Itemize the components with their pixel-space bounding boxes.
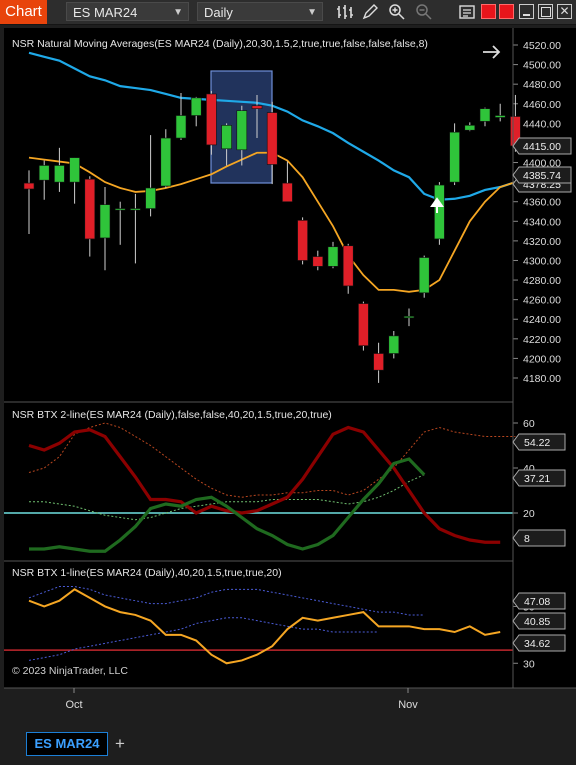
y-tick-label: 60 <box>523 418 535 430</box>
y-tick-label: 4460.00 <box>523 99 561 111</box>
candle-body[interactable] <box>282 182 293 203</box>
x-tick-label: Oct <box>65 699 82 711</box>
tab-es-mar24[interactable]: ES MAR24 <box>26 732 108 756</box>
candle-body[interactable] <box>418 257 430 294</box>
candle-body[interactable] <box>479 108 491 122</box>
svg-text:8: 8 <box>524 533 530 545</box>
btx1-badge-a: 47.08 <box>512 592 566 610</box>
btx1-upper-band <box>28 586 425 616</box>
candle-body[interactable] <box>434 184 445 240</box>
y-tick-label: 4480.00 <box>523 79 561 91</box>
y-tick-label: 4260.00 <box>523 295 561 307</box>
price-panel-title: NSR Natural Moving Averages(ES MAR24 (Da… <box>12 38 428 50</box>
candle-body[interactable] <box>190 97 202 116</box>
y-tick-label: 4240.00 <box>523 314 561 326</box>
candle-body[interactable] <box>358 303 369 346</box>
candle-body[interactable] <box>114 208 126 211</box>
x-tick-label: Nov <box>398 699 418 711</box>
y-tick-label: 4200.00 <box>523 353 561 365</box>
y-tick-label: 4500.00 <box>523 60 561 72</box>
btx2-panel-title: NSR BTX 2-line(ES MAR24 (Daily),false,fa… <box>12 409 332 421</box>
candle-body[interactable] <box>403 315 415 319</box>
candle-body[interactable] <box>206 93 217 146</box>
y-tick-label: 4320.00 <box>523 236 561 248</box>
btx1-lower-band <box>28 617 379 661</box>
btx2-badge-c: 8 <box>512 529 566 547</box>
btx2-badge-b: 37.21 <box>512 469 566 487</box>
svg-text:47.08: 47.08 <box>524 596 550 608</box>
y-tick-label: 4340.00 <box>523 216 561 228</box>
candle-body[interactable] <box>38 165 50 181</box>
btx2-axis-ticks: 604020 <box>513 418 535 520</box>
candle-body[interactable] <box>266 112 278 165</box>
candle-body[interactable] <box>236 110 248 151</box>
candle-body[interactable] <box>160 137 172 187</box>
candle-body[interactable] <box>297 220 308 261</box>
y-tick-label: 30 <box>523 658 535 670</box>
arrow-right-icon[interactable] <box>483 45 501 59</box>
price-badge-last: 4415.00 <box>512 137 572 155</box>
btx2-green-line <box>29 457 426 553</box>
add-tab-icon[interactable]: + <box>112 734 128 754</box>
candle-body[interactable] <box>464 125 476 131</box>
btx2-red-line <box>28 425 501 544</box>
y-tick-label: 4280.00 <box>523 275 561 287</box>
candle-body[interactable] <box>69 157 80 183</box>
y-tick-label: 4440.00 <box>523 118 561 130</box>
y-tick-label: 4220.00 <box>523 334 561 346</box>
svg-text:54.22: 54.22 <box>524 437 550 449</box>
candle-body[interactable] <box>84 178 96 240</box>
candle-body[interactable] <box>251 105 263 109</box>
svg-text:4385.74: 4385.74 <box>523 170 561 182</box>
candle-body[interactable] <box>388 335 400 354</box>
candle-body[interactable] <box>373 353 384 371</box>
btx1-badge-b: 40.85 <box>512 612 566 630</box>
y-tick-label: 4180.00 <box>523 373 561 385</box>
y-tick-label: 4360.00 <box>523 197 561 209</box>
copyright-text: © 2023 NinjaTrader, LLC <box>12 665 128 677</box>
btx1-line <box>28 588 501 665</box>
candle-body[interactable] <box>130 208 141 211</box>
y-tick-label: 20 <box>523 508 535 520</box>
candle-body[interactable] <box>221 125 232 150</box>
btx1-badge-c: 34.62 <box>512 634 566 652</box>
candle-body[interactable] <box>494 115 506 118</box>
btx1-panel-title: NSR BTX 1-line(ES MAR24 (Daily),40,20,1.… <box>12 567 282 579</box>
candle-body[interactable] <box>54 165 65 183</box>
y-tick-label: 4520.00 <box>523 40 561 52</box>
svg-text:37.21: 37.21 <box>524 473 550 485</box>
time-axis[interactable]: Oct Nov <box>65 688 418 711</box>
candle-body[interactable] <box>327 246 339 267</box>
candle-body[interactable] <box>145 187 156 209</box>
btx2-badge-a: 54.22 <box>512 433 566 451</box>
candle-body[interactable] <box>342 245 354 287</box>
price-badge-ma: 4385.74 <box>512 166 572 184</box>
candle-body[interactable] <box>175 115 187 139</box>
candle-body[interactable] <box>99 204 111 239</box>
svg-text:34.62: 34.62 <box>524 638 550 650</box>
candle-body[interactable] <box>312 256 324 267</box>
price-axis-ticks: 4520.004500.004480.004460.004440.004420.… <box>513 40 561 385</box>
svg-text:4415.00: 4415.00 <box>523 141 561 153</box>
candle-body[interactable] <box>449 131 460 183</box>
y-tick-label: 4300.00 <box>523 255 561 267</box>
chart-canvas: 4520.004500.004480.004460.004440.004420.… <box>4 28 576 711</box>
svg-text:40.85: 40.85 <box>524 616 550 628</box>
candle-body[interactable] <box>23 182 35 190</box>
